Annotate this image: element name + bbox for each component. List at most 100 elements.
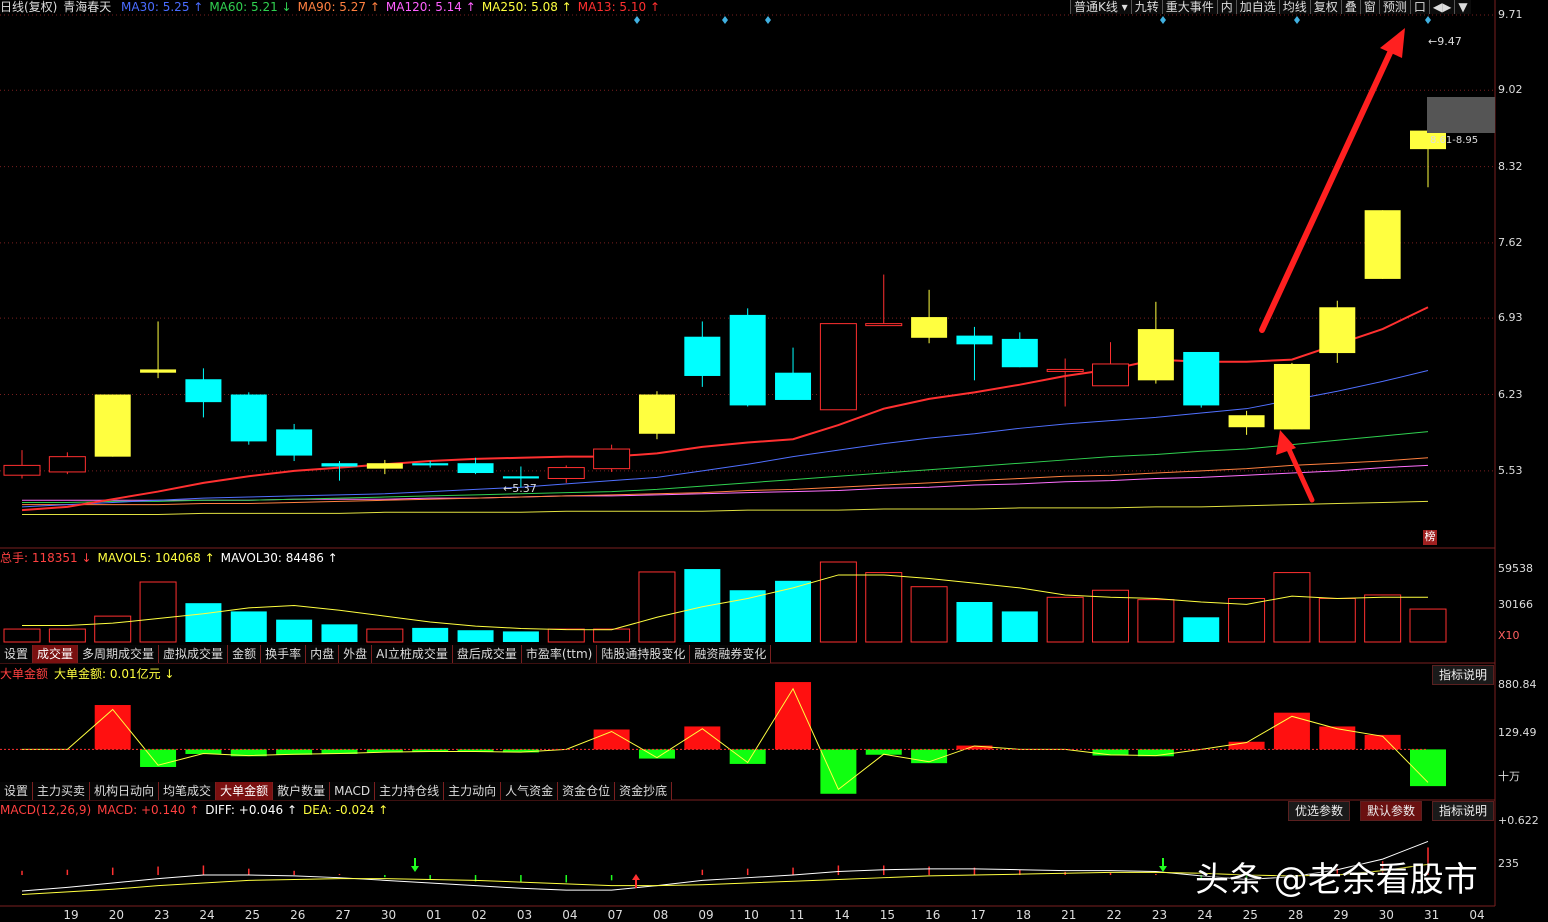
bigorder-help-button[interactable]: 指标说明 bbox=[1432, 665, 1495, 685]
indicator-tab[interactable]: 散户数量 bbox=[273, 782, 331, 800]
indicator-tab[interactable]: 均笔成交 bbox=[159, 782, 217, 800]
volume-tick-label: 30166 bbox=[1498, 598, 1533, 611]
date-tick-label: 21 bbox=[1061, 908, 1077, 922]
toolbar-item[interactable]: 重大事件 bbox=[1161, 0, 1217, 14]
candle-body bbox=[1319, 307, 1356, 354]
date-tick-label: 18 bbox=[1015, 908, 1032, 922]
toolbar-item[interactable]: 均线 bbox=[1278, 0, 1310, 14]
volume-bar bbox=[48, 628, 86, 643]
date-tick-label: 16 bbox=[925, 908, 941, 922]
price-tick-label: 9.02 bbox=[1498, 83, 1523, 97]
indicator-tab[interactable]: 资金仓位 bbox=[558, 782, 616, 800]
support-arrow-head bbox=[1276, 430, 1296, 455]
candle-body bbox=[412, 463, 449, 466]
toolbar-item[interactable]: 普通K线 ▾ bbox=[1070, 0, 1131, 14]
macd-help-button[interactable]: 指标说明 bbox=[1432, 801, 1495, 821]
toolbar-item[interactable]: ▼ bbox=[1454, 0, 1471, 14]
candle-body bbox=[684, 336, 721, 376]
default-params-button[interactable]: 默认参数 bbox=[1360, 801, 1423, 821]
date-tick-label: 24 bbox=[1197, 908, 1213, 922]
toolbar-item[interactable]: 口 bbox=[1409, 0, 1429, 14]
event-marker bbox=[1294, 16, 1300, 24]
candle-body bbox=[185, 379, 222, 403]
volume-bar bbox=[366, 628, 404, 643]
indicator-tab[interactable]: 成交量 bbox=[33, 645, 79, 663]
date-tick-label: 31 bbox=[1424, 908, 1440, 922]
indicator-tab[interactable]: 融资融券变化 bbox=[690, 645, 772, 663]
toolbar-item[interactable]: ◀▶ bbox=[1428, 0, 1455, 14]
indicator-tab[interactable]: 人气资金 bbox=[501, 782, 559, 800]
trend-arrow-shaft bbox=[1259, 39, 1398, 333]
date-tick-label: 27 bbox=[335, 908, 351, 922]
candle-body bbox=[1273, 363, 1310, 430]
indicator-tab[interactable]: 主力买卖 bbox=[33, 782, 91, 800]
volume-bar bbox=[1364, 594, 1402, 643]
bigorder-bar bbox=[1319, 726, 1356, 750]
optimal-params-button[interactable]: 优选参数 bbox=[1288, 801, 1351, 821]
ma-legend-item: MA250: 5.08 ↑ bbox=[481, 0, 572, 14]
date-tick-label: 14 bbox=[834, 908, 850, 922]
candle-body bbox=[3, 464, 41, 476]
bigorder-bar bbox=[140, 749, 177, 767]
rank-badge[interactable]: 榜 bbox=[1423, 530, 1437, 545]
volume-bars bbox=[3, 561, 1447, 643]
volume-bar bbox=[865, 572, 903, 643]
indicator-tab[interactable]: 设置 bbox=[0, 645, 34, 663]
indicator-tab[interactable]: 大单金额 bbox=[216, 782, 274, 800]
indicator-tab[interactable]: 资金抄底 bbox=[615, 782, 673, 800]
indicator-tab[interactable]: 换手率 bbox=[261, 645, 307, 663]
indicator-tab[interactable]: 陆股通持股变化 bbox=[597, 645, 691, 663]
indicator-tab[interactable]: 主力动向 bbox=[444, 782, 502, 800]
indicator-tab[interactable]: 金额 bbox=[228, 645, 262, 663]
volume-bar bbox=[1273, 572, 1311, 643]
indicator-tab[interactable]: 市盈率(ttm) bbox=[521, 645, 598, 663]
indicator-tab[interactable]: 虚拟成交量 bbox=[159, 645, 229, 663]
candle-body bbox=[48, 456, 86, 473]
ma-legend-item: MA30: 5.25 ↑ bbox=[121, 0, 204, 14]
date-tick-label: 09 bbox=[698, 908, 714, 922]
indicator-tab[interactable]: 盘后成交量 bbox=[452, 645, 522, 663]
indicator-tab[interactable]: 主力持仓线 bbox=[375, 782, 445, 800]
indicator-tab[interactable]: 多周期成交量 bbox=[78, 645, 160, 663]
toolbar-item[interactable]: 叠 bbox=[1340, 0, 1360, 14]
indicator-tab[interactable]: MACD bbox=[330, 782, 376, 800]
volume-bar bbox=[1409, 608, 1447, 643]
candle-body bbox=[1364, 210, 1401, 279]
candle-body bbox=[956, 335, 993, 345]
stock-name: 青海春天 bbox=[63, 0, 112, 14]
volume-legend-item: MAVOL30: 84486 ↑ bbox=[220, 551, 338, 565]
bigorder-bar bbox=[911, 749, 948, 764]
chart-title: 日线(复权) bbox=[0, 0, 58, 14]
price-tick-label: 7.62 bbox=[1498, 235, 1523, 249]
price-range-box bbox=[1427, 97, 1495, 133]
date-tick-label: 25 bbox=[244, 908, 261, 922]
volume-legend-item: 总手: 118351 ↓ bbox=[0, 551, 92, 565]
range-label: 8.61-8.95 bbox=[1430, 135, 1479, 146]
indicator-tab[interactable]: 外盘 bbox=[339, 645, 373, 663]
volume-bar bbox=[1318, 597, 1356, 643]
indicator-tab[interactable]: 机构日动向 bbox=[90, 782, 160, 800]
bigorder-tick-label: 880.84 bbox=[1498, 678, 1537, 691]
indicator-tab[interactable]: AI立桩成交量 bbox=[372, 645, 453, 663]
date-tick-label: 03 bbox=[516, 908, 533, 922]
big-order-bars bbox=[0, 682, 1446, 794]
volume-bar bbox=[502, 631, 539, 642]
cross-signal-head bbox=[632, 874, 640, 880]
candle-body bbox=[547, 467, 585, 479]
indicator-tab[interactable]: 内盘 bbox=[306, 645, 340, 663]
toolbar-item[interactable]: 窗 bbox=[1359, 0, 1379, 14]
toolbar-item[interactable]: 加自选 bbox=[1235, 0, 1279, 14]
date-tick-label: 29 bbox=[1333, 908, 1349, 922]
toolbar-item[interactable]: 内 bbox=[1216, 0, 1236, 14]
date-tick-label: 19 bbox=[63, 908, 79, 922]
toolbar-item[interactable]: 九转 bbox=[1130, 0, 1162, 14]
candle-body bbox=[1183, 351, 1220, 406]
bigorder-unit-label: 十万 bbox=[1498, 770, 1520, 783]
candle-body bbox=[1228, 415, 1265, 428]
bigorder-line bbox=[22, 687, 1429, 791]
toolbar-item[interactable]: 复权 bbox=[1309, 0, 1341, 14]
bigorder-bar bbox=[1273, 712, 1310, 750]
toolbar-item[interactable]: 预测 bbox=[1378, 0, 1410, 14]
indicator-tab[interactable]: 设置 bbox=[0, 782, 34, 800]
volume-bar bbox=[1001, 611, 1038, 642]
